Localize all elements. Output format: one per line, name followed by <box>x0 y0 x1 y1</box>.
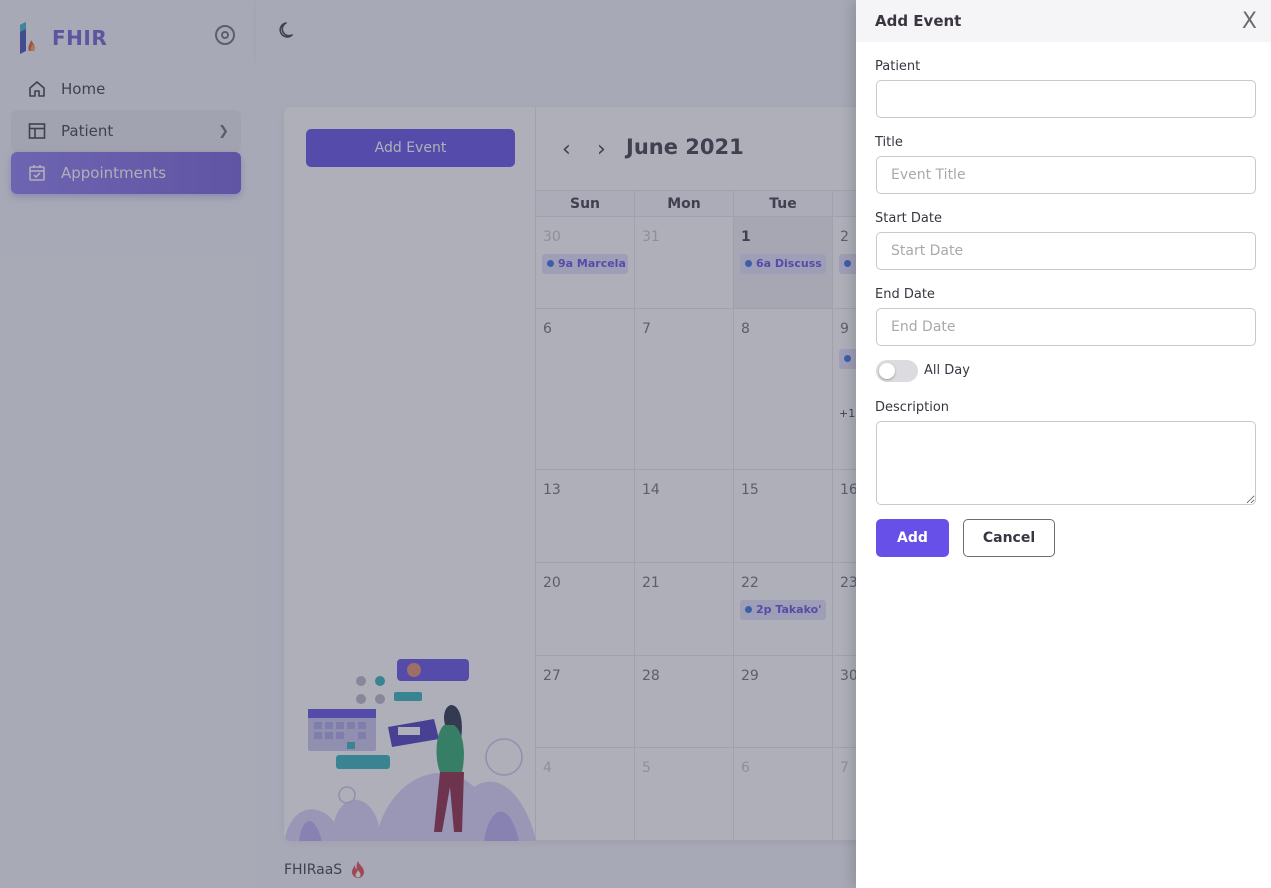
all-day-label: All Day <box>924 363 970 378</box>
add-event-drawer: Add Event X Patient Title Start Date End… <box>856 0 1271 888</box>
patient-label: Patient <box>875 59 921 74</box>
title-label: Title <box>875 135 903 150</box>
end-date-input[interactable] <box>876 308 1256 346</box>
cancel-button[interactable]: Cancel <box>963 519 1055 557</box>
add-button[interactable]: Add <box>876 519 949 557</box>
all-day-toggle[interactable] <box>876 360 918 382</box>
patient-input[interactable] <box>876 80 1256 118</box>
end-date-label: End Date <box>875 287 935 302</box>
description-textarea[interactable] <box>876 421 1256 505</box>
start-date-label: Start Date <box>875 211 942 226</box>
modal-backdrop[interactable] <box>0 0 856 888</box>
drawer-header: Add Event <box>856 0 1271 42</box>
event-title-input[interactable] <box>876 156 1256 194</box>
toggle-knob <box>879 363 895 379</box>
start-date-input[interactable] <box>876 232 1256 270</box>
drawer-title: Add Event <box>875 12 962 30</box>
description-label: Description <box>875 400 950 415</box>
close-icon[interactable]: X <box>1242 9 1257 34</box>
